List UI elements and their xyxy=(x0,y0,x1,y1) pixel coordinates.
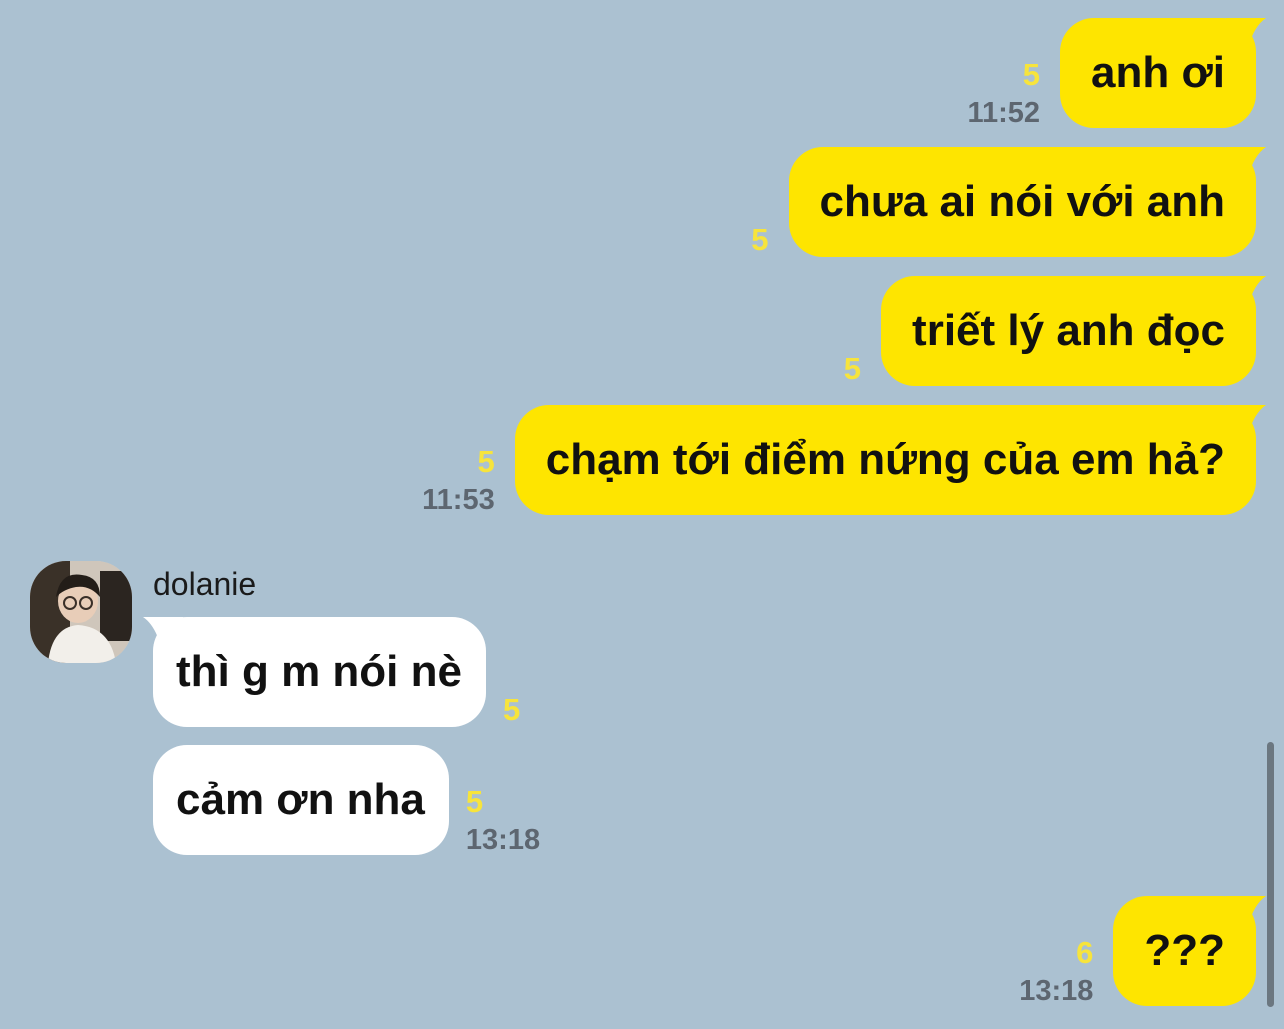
message-bubble[interactable]: ??? xyxy=(1113,896,1266,1006)
profile-photo-icon xyxy=(30,561,132,663)
unread-count: 5 xyxy=(502,692,521,727)
outgoing-message: 5 chưa ai nói với anh xyxy=(751,147,1266,257)
chat-room: 5 11:52 anh ơi 5 chưa ai nói với anh 5 t… xyxy=(0,0,1284,1029)
message-meta: 5 xyxy=(503,694,520,727)
unread-count: 5 xyxy=(751,222,769,257)
sender-name: dolanie xyxy=(153,566,257,602)
bubble-tail-icon xyxy=(1226,405,1266,435)
message-time: 11:52 xyxy=(967,97,1041,129)
outgoing-message: 5 triết lý anh đọc xyxy=(844,276,1266,386)
message-bubble[interactable]: chưa ai nói với anh xyxy=(788,147,1266,257)
bubble-tail-icon xyxy=(143,617,183,647)
message-meta: 5 11:53 xyxy=(422,446,495,515)
outgoing-message: 5 11:52 anh ơi xyxy=(967,18,1266,128)
incoming-message: thì g m nói nè 5 xyxy=(143,617,520,727)
message-text: ??? xyxy=(1144,926,1225,975)
message-text: thì g m nói nè xyxy=(176,647,462,696)
message-meta: 5 xyxy=(844,353,861,386)
scrollbar[interactable] xyxy=(1267,742,1274,1007)
unread-count: 5 xyxy=(477,444,495,479)
message-time: 11:53 xyxy=(422,484,495,516)
message-bubble[interactable]: triết lý anh đọc xyxy=(881,276,1266,386)
unread-count: 5 xyxy=(843,351,862,386)
unread-count: 5 xyxy=(1022,57,1041,92)
message-meta: 5 13:18 xyxy=(466,786,540,855)
message-meta: 5 xyxy=(751,224,768,257)
sender-avatar[interactable] xyxy=(30,561,132,663)
message-text: chạm tới điểm nứng của em hả? xyxy=(545,435,1225,484)
message-meta: 6 13:18 xyxy=(1019,937,1093,1006)
outgoing-message: 5 11:53 chạm tới điểm nứng của em hả? xyxy=(422,405,1266,515)
message-time: 13:18 xyxy=(465,824,541,856)
message-text: anh ơi xyxy=(1091,48,1225,97)
message-bubble[interactable]: cảm ơn nha xyxy=(153,745,449,855)
outgoing-message: 6 13:18 ??? xyxy=(1019,896,1266,1006)
message-text: triết lý anh đọc xyxy=(912,306,1225,355)
message-bubble[interactable]: anh ơi xyxy=(1060,18,1266,128)
unread-count: 5 xyxy=(465,784,484,819)
incoming-message: cảm ơn nha 5 13:18 xyxy=(153,745,540,855)
message-text: chưa ai nói với anh xyxy=(819,177,1225,226)
message-meta: 5 11:52 xyxy=(967,59,1040,128)
message-text: cảm ơn nha xyxy=(176,775,425,824)
bubble-tail-icon xyxy=(1226,276,1266,306)
bubble-tail-icon xyxy=(1226,147,1266,177)
bubble-tail-icon xyxy=(1226,896,1266,926)
message-time: 13:18 xyxy=(1019,975,1094,1007)
bubble-tail-icon xyxy=(1226,18,1266,48)
message-bubble[interactable]: thì g m nói nè xyxy=(143,617,486,727)
message-bubble[interactable]: chạm tới điểm nứng của em hả? xyxy=(514,405,1266,515)
unread-count: 6 xyxy=(1076,935,1094,970)
